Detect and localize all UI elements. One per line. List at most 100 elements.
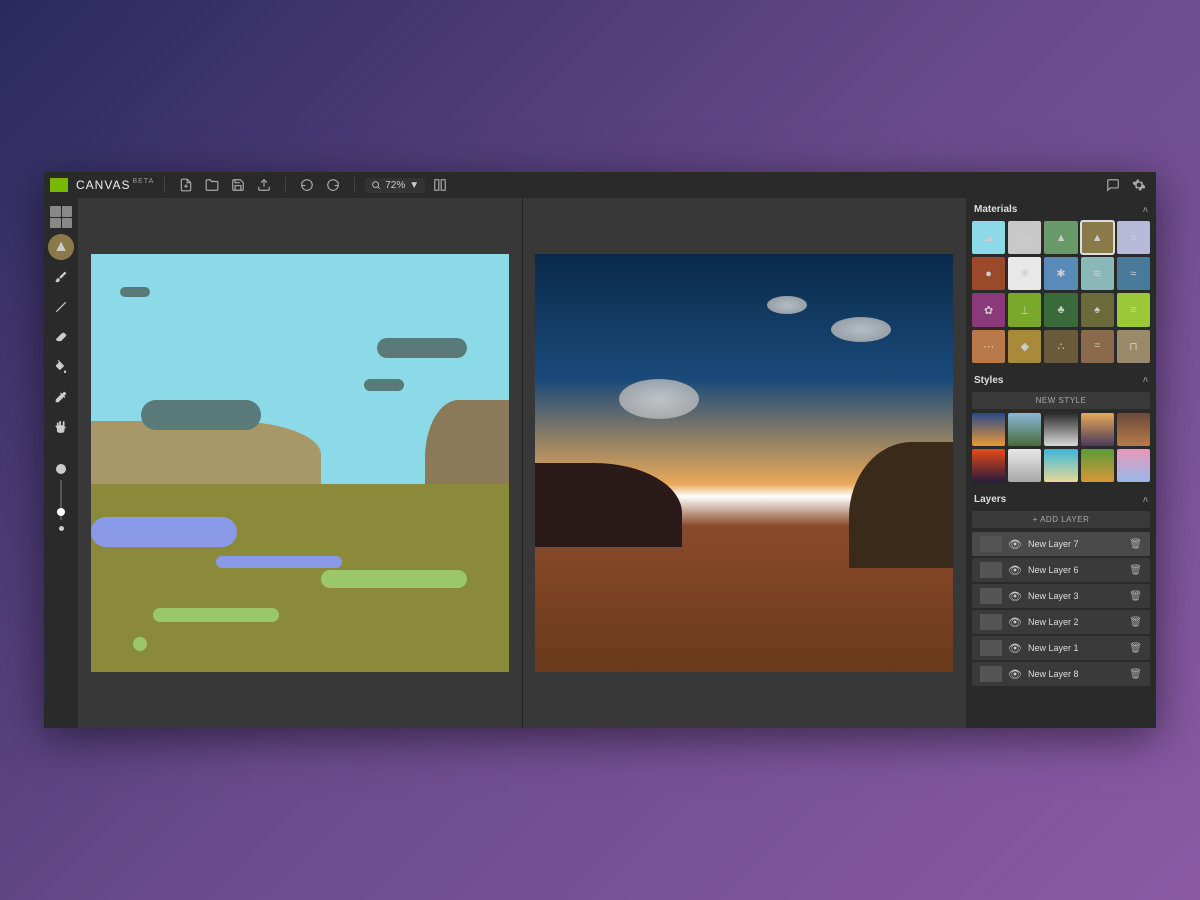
style-canyon[interactable] [1117, 413, 1150, 446]
style-tropical[interactable] [1044, 449, 1077, 482]
app-title: CANVASBETA [76, 178, 154, 192]
material-dirt[interactable]: ● [972, 257, 1005, 290]
delete-layer-icon[interactable]: 🗑 [1129, 591, 1142, 602]
chevron-up-icon: ˄ [1143, 495, 1148, 505]
visibility-icon[interactable]: 👁 [1008, 642, 1022, 655]
visibility-icon[interactable]: 👁 [1008, 616, 1022, 629]
layer-name: New Layer 6 [1028, 565, 1123, 575]
layers-header[interactable]: Layers ˄ [966, 488, 1156, 511]
delete-layer-icon[interactable]: 🗑 [1129, 565, 1142, 576]
chevron-down-icon: ▼ [409, 180, 419, 191]
layer-row[interactable]: 👁 New Layer 2 🗑 [972, 610, 1150, 634]
render-canvas [535, 254, 953, 672]
material-rock[interactable]: ◆ [1008, 330, 1041, 363]
slider-handle[interactable] [57, 508, 65, 516]
delete-layer-icon[interactable]: 🗑 [1129, 669, 1142, 680]
material-bush[interactable]: ♣ [1044, 293, 1077, 326]
zoom-control[interactable]: 72% ▼ [365, 178, 425, 193]
tool-rail: ▲ [44, 198, 78, 728]
palette-grid-button[interactable] [48, 204, 74, 230]
eraser-tool[interactable] [48, 324, 74, 350]
styles-header[interactable]: Styles ˄ [966, 369, 1156, 392]
layer-thumbnail [980, 640, 1002, 656]
layers-title: Layers [974, 494, 1006, 505]
line-tool[interactable] [48, 294, 74, 320]
style-winter[interactable] [1008, 449, 1041, 482]
chevron-up-icon: ˄ [1143, 205, 1148, 215]
style-alpine[interactable] [1008, 413, 1041, 446]
style-pastel[interactable] [1117, 449, 1150, 482]
materials-header[interactable]: Materials ˄ [966, 198, 1156, 221]
style-arctic[interactable] [1044, 413, 1077, 446]
material-sand[interactable]: ⋯ [972, 330, 1005, 363]
style-sunset-cliff[interactable] [972, 413, 1005, 446]
material-flower[interactable]: ✿ [972, 293, 1005, 326]
sketch-pane[interactable] [78, 198, 522, 728]
layer-thumbnail [980, 536, 1002, 552]
delete-layer-icon[interactable]: 🗑 [1129, 539, 1142, 550]
titlebar: CANVASBETA 72% ▼ [44, 172, 1156, 198]
material-mountain[interactable]: ▲ [1044, 221, 1077, 254]
styles-title: Styles [974, 375, 1003, 386]
layer-row[interactable]: 👁New Layer 8🗑 [972, 662, 1150, 686]
layer-row[interactable]: 👁 New Layer 1 🗑 [972, 636, 1150, 660]
fill-tool[interactable] [48, 354, 74, 380]
size-min-icon [59, 526, 64, 531]
style-autumn[interactable] [1081, 449, 1114, 482]
layer-name: New Layer 3 [1028, 591, 1123, 601]
brush-tool[interactable] [48, 264, 74, 290]
visibility-icon[interactable]: 👁 [1008, 590, 1022, 603]
material-hill[interactable]: ▲ [1081, 221, 1114, 254]
material-wood[interactable]: ≡ [1117, 293, 1150, 326]
material-preview[interactable]: ▲ [48, 234, 74, 260]
layer-thumbnail [980, 562, 1002, 578]
settings-button[interactable] [1128, 174, 1150, 196]
open-file-button[interactable] [201, 174, 223, 196]
material-river[interactable]: ≈ [1117, 257, 1150, 290]
segmentation-canvas[interactable] [91, 254, 509, 672]
layer-row[interactable]: 👁New Layer 7🗑 [972, 532, 1150, 556]
material-fog[interactable]: ≡ [1117, 221, 1150, 254]
render-pane[interactable] [522, 198, 967, 728]
layer-name: New Layer 1 [1028, 643, 1123, 653]
material-stone[interactable]: ⊓ [1117, 330, 1150, 363]
layer-name: New Layer 2 [1028, 617, 1123, 627]
visibility-icon[interactable]: 👁 [1008, 538, 1022, 551]
split-view-button[interactable] [429, 174, 451, 196]
style-dusk-peaks[interactable] [1081, 413, 1114, 446]
delete-layer-icon[interactable]: 🗑 [1129, 643, 1142, 654]
right-panel: Materials ˄ ☁☁▲▲≡●❄✱≋≈✿⊥♣♠≡⋯◆∴=⊓ Styles … [966, 198, 1156, 728]
layer-row[interactable]: 👁 New Layer 6 🗑 [972, 558, 1150, 582]
feedback-button[interactable] [1102, 174, 1124, 196]
visibility-icon[interactable]: 👁 [1008, 668, 1022, 681]
eyedropper-tool[interactable] [48, 384, 74, 410]
export-button[interactable] [253, 174, 275, 196]
layer-thumbnail [980, 588, 1002, 604]
material-sea[interactable]: ≋ [1081, 257, 1114, 290]
new-style-button[interactable]: NEW STYLE [972, 392, 1150, 409]
material-tree[interactable]: ♠ [1081, 293, 1114, 326]
new-file-button[interactable] [175, 174, 197, 196]
pan-tool[interactable] [48, 414, 74, 440]
material-gravel[interactable]: ∴ [1044, 330, 1077, 363]
size-max-icon [56, 464, 66, 474]
style-fire-sunset[interactable] [972, 449, 1005, 482]
layer-row[interactable]: 👁 New Layer 3 🗑 [972, 584, 1150, 608]
materials-title: Materials [974, 204, 1017, 215]
visibility-icon[interactable]: 👁 [1008, 564, 1022, 577]
delete-layer-icon[interactable]: 🗑 [1129, 617, 1142, 628]
save-button[interactable] [227, 174, 249, 196]
add-layer-button[interactable]: + ADD LAYER [972, 511, 1150, 528]
material-snow[interactable]: ❄ [1008, 257, 1041, 290]
material-road[interactable]: = [1081, 330, 1114, 363]
material-cloud[interactable]: ☁ [1008, 221, 1041, 254]
undo-button[interactable] [296, 174, 318, 196]
nvidia-logo-icon [50, 178, 68, 192]
material-water[interactable]: ✱ [1044, 257, 1077, 290]
layer-thumbnail [980, 666, 1002, 682]
material-grass[interactable]: ⊥ [1008, 293, 1041, 326]
brush-size-slider[interactable] [56, 464, 66, 531]
app-window: CANVASBETA 72% ▼ ▲ [44, 172, 1156, 728]
material-sky[interactable]: ☁ [972, 221, 1005, 254]
redo-button[interactable] [322, 174, 344, 196]
